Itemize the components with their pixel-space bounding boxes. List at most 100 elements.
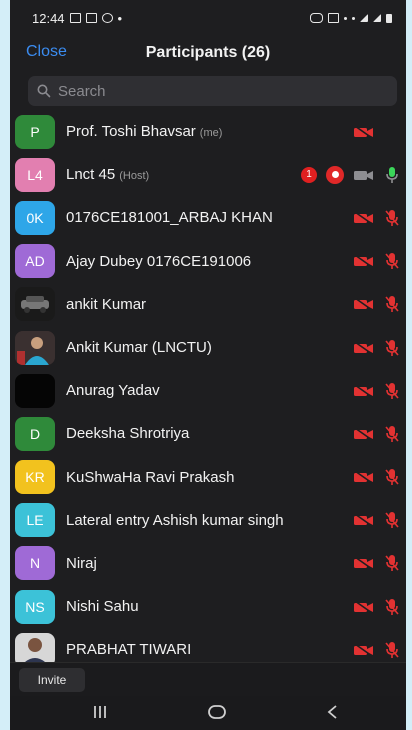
mic-muted-icon: [385, 469, 399, 486]
participant-row[interactable]: D Deeksha Shrotriya: [10, 412, 406, 455]
avatar-initials: D: [29, 425, 41, 442]
participant-row[interactable]: AD Ajay Dubey 0176CE191006: [10, 240, 406, 283]
participant-name-text: Anurag Yadav: [66, 382, 160, 400]
participant-row[interactable]: LE Lateral entry Ashish kumar singh: [10, 499, 406, 542]
volte-icon: [344, 16, 347, 20]
search-placeholder: Search: [58, 82, 106, 100]
mic-on-icon: [386, 166, 398, 183]
participant-row[interactable]: Ankit Kumar (LNCTU): [10, 326, 406, 369]
avatar: [15, 287, 55, 322]
wifi-icon: [352, 16, 355, 20]
participant-row[interactable]: ankit Kumar: [10, 283, 406, 326]
participant-name: PRABHAT TIWARI: [66, 641, 191, 658]
participant-status-icons: [353, 425, 400, 443]
participant-name: Ankit Kumar (LNCTU): [66, 339, 212, 356]
mic-muted-icon: [385, 253, 399, 270]
unread-badge: 1: [301, 166, 317, 183]
participant-name-text: Ajay Dubey 0176CE191006: [66, 252, 252, 270]
participant-name: Lateral entry Ashish kumar singh: [66, 512, 284, 529]
participant-name-text: KuShwaHa Ravi Prakash: [66, 468, 235, 486]
participant-row[interactable]: Anurag Yadav: [10, 369, 406, 412]
more-notifications-dot: •: [117, 10, 123, 26]
participant-row[interactable]: L4 Lnct 45 (Host) 1: [10, 153, 406, 196]
participant-name-text: 0176CE181001_ARBAJ KHAN: [66, 209, 273, 227]
person-photo-icon: [15, 330, 55, 365]
search-input[interactable]: Search: [28, 76, 397, 106]
participant-tag: (me): [199, 127, 223, 140]
participant-status-icons: [353, 124, 400, 139]
avatar: KR: [15, 460, 55, 495]
video-off-icon: [354, 556, 373, 571]
avatar: 0K: [15, 200, 55, 235]
home-icon[interactable]: [207, 704, 227, 720]
avatar-initials: AD: [25, 253, 45, 270]
participant-row[interactable]: PRABHAT TIWARI: [10, 628, 406, 662]
status-time: 12:44: [32, 10, 65, 26]
participant-name: Prof. Toshi Bhavsar (me): [66, 123, 222, 140]
participant-status-icons: [353, 339, 400, 357]
participant-name-text: ankit Kumar: [66, 295, 147, 313]
participant-name: KuShwaHa Ravi Prakash: [66, 469, 234, 486]
participant-tag: (Host): [119, 170, 150, 183]
video-off-icon: [354, 254, 373, 268]
participant-status-icons: 1: [301, 165, 400, 184]
participant-name-text: PRABHAT TIWARI: [66, 641, 192, 659]
mic-muted-icon: [385, 382, 399, 399]
participant-name: Niraj: [66, 555, 97, 572]
mail-notification-icon: [85, 13, 97, 23]
participant-name: 0176CE181001_ARBAJ KHAN: [66, 209, 273, 226]
avatar: D: [15, 416, 55, 451]
header: Close Participants (26): [10, 36, 406, 70]
participant-name: Nishi Sahu: [66, 598, 139, 615]
participant-name-text: Niraj: [66, 554, 97, 572]
video-off-icon: [354, 600, 373, 614]
video-off-icon: [354, 211, 373, 225]
avatar-initials: 0K: [26, 209, 44, 226]
participant-name: Lnct 45 (Host): [66, 166, 149, 183]
participants-screen: 12:44 • Close Participants (26) Search P…: [10, 0, 406, 730]
video-off-icon: [354, 643, 373, 657]
video-off-icon: [354, 427, 373, 441]
participant-row[interactable]: 0K 0176CE181001_ARBAJ KHAN: [10, 196, 406, 239]
participant-name-text: Deeksha Shrotriya: [66, 425, 190, 443]
invite-button[interactable]: Invite: [19, 668, 85, 692]
participant-status-icons: [353, 468, 400, 486]
person-photo-icon: [15, 632, 55, 662]
avatar-initials: L4: [27, 166, 43, 183]
status-bar: 12:44 •: [10, 0, 406, 36]
avatar-initials: NS: [25, 598, 45, 615]
avatar: [15, 632, 55, 662]
gallery-notification-icon: [69, 13, 81, 23]
back-icon[interactable]: [326, 704, 340, 720]
participant-row[interactable]: NS Nishi Sahu: [10, 585, 406, 628]
video-off-icon: [354, 340, 373, 355]
avatar-initials: N: [29, 555, 41, 572]
avatar: L4: [15, 157, 55, 192]
avatar: N: [15, 546, 55, 581]
close-button[interactable]: Close: [26, 43, 67, 61]
video-off-icon: [354, 297, 373, 311]
avatar: AD: [15, 244, 55, 279]
participant-row[interactable]: P Prof. Toshi Bhavsar (me): [10, 110, 406, 153]
participant-status-icons: [353, 511, 400, 529]
mic-muted-icon: [385, 425, 399, 442]
recent-apps-icon[interactable]: [92, 704, 108, 720]
participant-name-text: Lateral entry Ashish kumar singh: [66, 511, 284, 529]
participant-status-icons: [353, 554, 400, 572]
page-title: Participants (26): [145, 44, 271, 61]
participant-name-text: Lnct 45: [66, 166, 116, 184]
alarm-icon: [328, 13, 339, 23]
car-photo-icon: [15, 287, 55, 322]
participant-row[interactable]: KR KuShwaHa Ravi Prakash: [10, 456, 406, 499]
participant-row[interactable]: N Niraj: [10, 542, 406, 585]
avatar-initials: P: [30, 123, 40, 140]
search-icon: [37, 84, 51, 98]
video-off-icon: [354, 124, 373, 139]
avatar-initials: KR: [25, 469, 45, 486]
mic-muted-icon: [385, 641, 399, 658]
participant-list: P Prof. Toshi Bhavsar (me) L4 Lnct 45 (Host) 1…: [10, 110, 406, 662]
participant-name: Ajay Dubey 0176CE191006: [66, 253, 251, 270]
avatar: LE: [15, 503, 55, 538]
mic-muted-icon: [385, 598, 399, 615]
participant-status-icons: [353, 382, 400, 400]
